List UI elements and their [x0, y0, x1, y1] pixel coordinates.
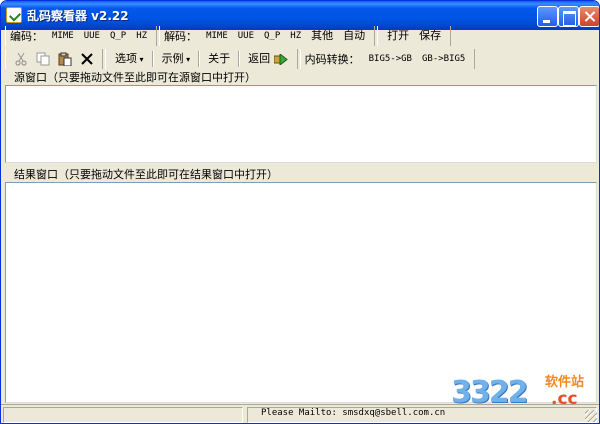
- minimize-button[interactable]: [537, 6, 558, 27]
- delete-icon[interactable]: [76, 50, 98, 68]
- convert-label: 内码转换：: [304, 53, 360, 66]
- watermark-cc: .cc: [551, 389, 578, 409]
- gb-to-big5-button[interactable]: GB->BIG5: [417, 50, 470, 68]
- decode-mime-button[interactable]: MIME: [201, 27, 233, 45]
- app-icon[interactable]: [6, 7, 22, 23]
- status-mailto: Please Mailto: smsdxq@sbell.com.cn: [261, 408, 446, 418]
- save-button[interactable]: 保存: [414, 27, 446, 45]
- watermark-cn: 软件站: [545, 375, 585, 390]
- status-cell-left: [3, 407, 243, 423]
- site-watermark-logo: 3322 软件站 .cc: [451, 371, 591, 415]
- options-dropdown[interactable]: 选项: [110, 50, 149, 68]
- encode-group: 编码： MIME UUE Q_P HZ: [5, 26, 158, 46]
- file-group: 打开 保存: [377, 26, 452, 46]
- separator: [238, 51, 241, 67]
- encode-label: 编码：: [10, 30, 43, 43]
- result-textarea[interactable]: [5, 182, 597, 403]
- encode-mime-button[interactable]: MIME: [47, 27, 79, 45]
- decode-label: 解码：: [164, 30, 198, 43]
- open-button[interactable]: 打开: [382, 27, 414, 45]
- cut-icon[interactable]: [10, 50, 32, 68]
- watermark-number: 3322: [451, 375, 528, 410]
- source-pane-label: 源窗口（只要拖动文件至此即可在源窗口中打开）: [14, 71, 256, 84]
- decode-auto-button[interactable]: 自动: [338, 27, 370, 45]
- separator: [151, 51, 154, 67]
- encode-qp-button[interactable]: Q_P: [105, 27, 131, 45]
- copy-icon[interactable]: [32, 50, 54, 68]
- decode-group: 解码： MIME UUE Q_P HZ 其他 自动: [159, 26, 376, 46]
- encode-uue-button[interactable]: UUE: [79, 27, 105, 45]
- encode-toolbar: 编码： MIME UUE Q_P HZ 解码： MIME UUE Q_P HZ …: [5, 25, 453, 47]
- encode-hz-button[interactable]: HZ: [131, 27, 152, 45]
- decode-other-button[interactable]: 其他: [306, 27, 338, 45]
- convert-group: 内码转换： BIG5->GB GB->BIG5: [299, 49, 476, 69]
- back-label: 返回: [248, 52, 271, 65]
- result-pane-label: 结果窗口（只要拖动文件至此即可在结果窗口中打开）: [14, 168, 278, 181]
- edit-toolbar: 选项 示例 关于 返回 内码转换： BIG5->GB GB->BIG5: [5, 48, 477, 70]
- about-button[interactable]: 关于: [203, 50, 235, 68]
- menu-group: 选项 示例 关于 返回: [105, 49, 298, 69]
- back-button[interactable]: 返回: [243, 50, 293, 68]
- app-window: 乱码察看器 v2.22 编码： MIME UUE Q_P HZ 解码： MIME…: [0, 0, 600, 424]
- decode-uue-button[interactable]: UUE: [233, 27, 259, 45]
- decode-qp-button[interactable]: Q_P: [259, 27, 285, 45]
- edit-group: [5, 49, 103, 69]
- close-button[interactable]: [579, 6, 599, 27]
- examples-dropdown[interactable]: 示例: [157, 50, 196, 68]
- window-title: 乱码察看器 v2.22: [27, 9, 129, 23]
- separator: [198, 51, 201, 67]
- back-arrow-icon: [273, 52, 288, 66]
- maximize-button[interactable]: [558, 6, 579, 27]
- big5-to-gb-button[interactable]: BIG5->GB: [364, 50, 417, 68]
- source-textarea[interactable]: [5, 85, 597, 163]
- decode-hz-button[interactable]: HZ: [285, 27, 306, 45]
- paste-icon[interactable]: [54, 50, 76, 68]
